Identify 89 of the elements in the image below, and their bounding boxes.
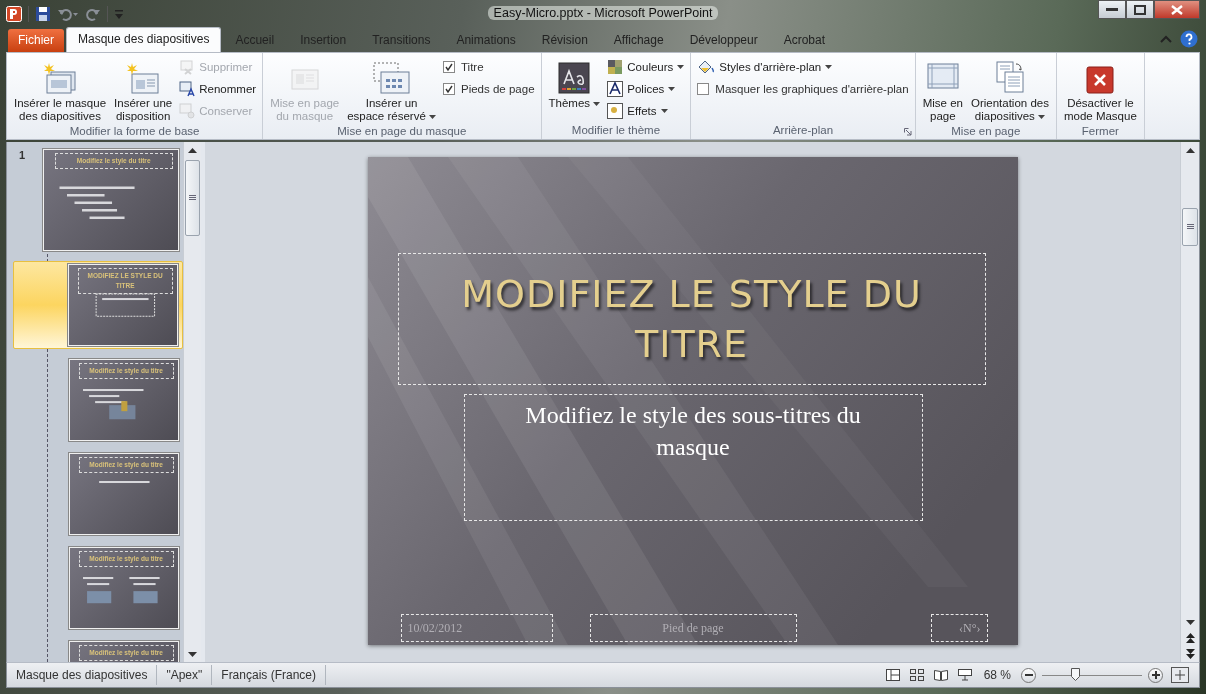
ribbon-tab[interactable]: Fichier (8, 29, 64, 52)
checkbox[interactable] (697, 83, 710, 95)
minimize-icon (1106, 7, 1118, 12)
down-arrow-icon (188, 651, 197, 657)
status-item: "Apex" (157, 665, 213, 685)
plus-icon (1151, 671, 1160, 679)
delete-slide-icon (179, 59, 196, 75)
ribbon-tab[interactable]: Transitions (360, 29, 443, 52)
slide-master-icon (43, 62, 77, 94)
checkbox-label: Titre (461, 61, 484, 73)
up-arrow-icon (1185, 147, 1195, 153)
slide-number-field[interactable]: ‹N°› (930, 614, 988, 642)
colors-icon (607, 59, 624, 75)
normal-view-icon[interactable] (883, 669, 902, 681)
new-layout-icon (126, 62, 161, 94)
slideshow-icon[interactable] (955, 669, 974, 681)
thumbnail-content-drawing (82, 389, 144, 420)
ribbon-button[interactable]: Désactiver le mode Masque (1060, 56, 1140, 125)
save-icon[interactable] (35, 6, 51, 22)
ribbon-tab[interactable]: Révision (529, 29, 600, 52)
double-up-arrow-icon (1185, 633, 1195, 643)
thumbnail-content-drawing (95, 293, 155, 317)
slide-title: MODIFIEZ LE STYLE DU TITRE (397, 253, 986, 385)
ribbon-button[interactable]: Orientation des diapositives (967, 56, 1052, 125)
redo-icon[interactable] (85, 6, 101, 22)
checkbox[interactable] (443, 83, 455, 95)
ribbon-tab[interactable]: Acrobat (771, 29, 838, 52)
ribbon-button[interactable]: Thèmes (545, 56, 604, 112)
effects-icon (607, 103, 624, 119)
scrollbar-thumb[interactable] (185, 160, 200, 236)
down-arrow-icon (1185, 619, 1195, 625)
window-title: Easy-Micro.pptx - Microsoft PowerPoint (487, 6, 719, 20)
close-button[interactable] (1154, 0, 1200, 19)
minus-icon (1024, 674, 1033, 676)
double-down-arrow-icon (1185, 649, 1195, 659)
placeholder-icon (372, 62, 411, 94)
group-label: Modifier la forme de base (68, 125, 201, 139)
restore-icon (1134, 4, 1146, 15)
ribbon-button[interactable]: Couleurs (605, 58, 687, 76)
footer-field[interactable]: Pied de page (589, 614, 797, 642)
ribbon-button[interactable]: Insérer une disposition (111, 56, 176, 125)
zoom-out-button[interactable] (1021, 667, 1036, 683)
ribbon-tab[interactable]: Animations (444, 29, 528, 52)
ribbon-tab[interactable]: Masque des diapositives (66, 27, 222, 52)
thumbnail-content-drawing (98, 481, 150, 484)
ribbon-tab[interactable]: Développeur (677, 29, 770, 52)
checkbox-label: Pieds de page (461, 83, 535, 95)
status-item: Français (France) (212, 665, 326, 685)
rename-icon (179, 81, 196, 97)
zoom-slider[interactable] (1042, 667, 1142, 683)
scrollbar-thumb[interactable] (1182, 208, 1198, 246)
ribbon-button[interactable]: Effets (605, 102, 687, 120)
close-master-icon (1086, 66, 1115, 94)
reading-view-icon[interactable] (931, 669, 950, 681)
close-icon (1171, 4, 1183, 15)
up-arrow-icon (188, 147, 197, 153)
group-label: Mise en page (950, 125, 1022, 139)
ribbon-button[interactable]: Styles d'arrière-plan (695, 58, 911, 76)
zoom-level: 68 % (982, 668, 1012, 682)
help-icon[interactable] (1180, 30, 1198, 48)
app-icon[interactable] (6, 6, 22, 22)
ribbon-tab[interactable]: Affichage (601, 29, 676, 52)
date-field[interactable]: 10/02/2012 (400, 614, 553, 642)
slide-sorter-icon[interactable] (907, 669, 926, 681)
ribbon-button[interactable]: Insérer le masque des diapositives (11, 56, 110, 125)
keep-icon (179, 103, 196, 119)
slide-number: 1 (19, 149, 26, 161)
group-label: Modifier le thème (570, 124, 662, 138)
zoom-in-button[interactable] (1148, 667, 1163, 683)
restore-button[interactable] (1126, 0, 1154, 19)
group-label: Mise en page du masque (336, 125, 468, 139)
fonts-icon (607, 81, 624, 97)
dialog-launcher-icon[interactable] (903, 128, 912, 136)
group-label: Arrière-plan (771, 124, 835, 138)
fit-slide-icon[interactable] (1169, 667, 1191, 683)
themes-icon (558, 62, 591, 94)
ribbon-button[interactable]: Mise en page (919, 56, 966, 125)
minimize-button[interactable] (1098, 0, 1126, 19)
undo-icon[interactable] (57, 6, 79, 22)
checkbox[interactable] (443, 61, 455, 73)
paint-bucket-icon (697, 59, 716, 75)
ribbon-button[interactable]: Insérer un espace réservé (344, 56, 439, 125)
slide-subtitle: Modifiez le style des sous-titres du masque (463, 394, 923, 521)
ribbon-button[interactable]: Renommer (177, 80, 259, 98)
group-label: Fermer (1080, 125, 1120, 139)
status-item: Masque des diapositives (7, 665, 158, 685)
zoom-slider-thumb[interactable] (1071, 668, 1080, 681)
ribbon-button[interactable]: Polices (605, 80, 687, 98)
checkbox-label: Masquer les graphiques d'arrière-plan (715, 83, 909, 95)
